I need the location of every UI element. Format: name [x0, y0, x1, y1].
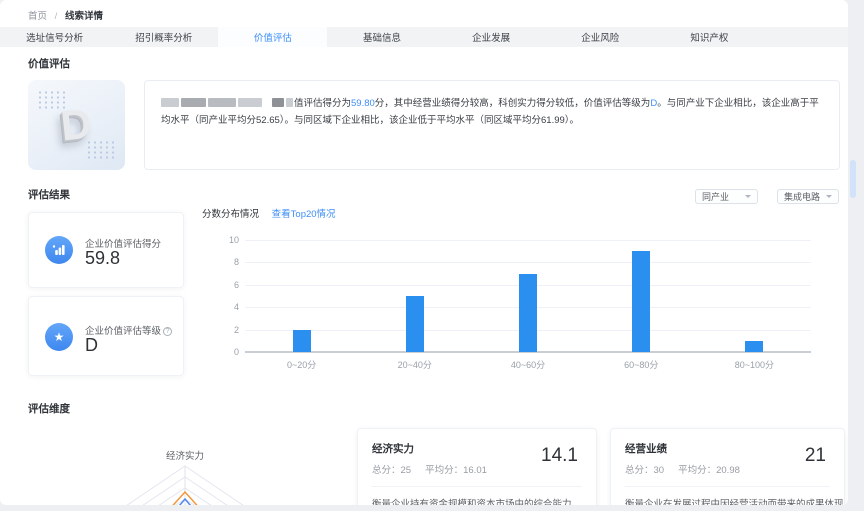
y-tick-label: 2 [233, 324, 239, 335]
radar-axis-label: 经济实力 [165, 451, 204, 462]
info-icon[interactable] [163, 327, 173, 336]
chart-header: 分数分布情况 查看Top20情况 [202, 206, 336, 220]
grade-badge-letter: D [58, 99, 94, 150]
industry-filter-value: 同产业 [702, 192, 730, 202]
total-value: 30 [653, 465, 665, 476]
summary-segment: 分，其中经营业绩得分较高，科创实力得分较低，价值评估等级为 [374, 98, 651, 109]
section-title-results: 评估结果 [28, 189, 70, 201]
total-label: 总分： [372, 465, 401, 476]
score-card-value: 59.8 [85, 248, 121, 268]
dimension-value: 21 [804, 445, 826, 466]
x-category-label: 0~20分 [286, 360, 317, 370]
industry-filter-select[interactable]: 同产业 [695, 189, 758, 204]
section-title-dimensions: 评估维度 [28, 403, 70, 415]
chart-bar [632, 251, 651, 352]
total-label: 总分： [625, 465, 654, 476]
chart-bar [292, 329, 311, 352]
grade-card-label: 企业价值评估等级 [85, 323, 173, 337]
y-tick-label: 0 [233, 347, 239, 357]
breadcrumb: 首页 / 线索详情 [28, 8, 103, 22]
x-category-label: 20~40分 [397, 360, 432, 370]
grade-card: ★ 企业价值评估等级 D [28, 296, 184, 376]
dimension-description: 衡量企业在发展过程中因经营活动而带来的成果体现 [625, 486, 844, 505]
avg-label: 平均分： [425, 465, 464, 476]
avg-label: 平均分： [678, 465, 717, 476]
tab-bar: 选址信号分析 招引概率分析 价值评估 基础信息 企业发展 企业风险 知识产权 [0, 27, 848, 47]
tab-basic-info[interactable]: 基础信息 [327, 27, 436, 47]
valuation-summary-card: 值评估得分为59.80分，其中经营业绩得分较高，科创实力得分较低，价值评估等级为… [144, 80, 840, 170]
y-tick-label: 10 [228, 235, 239, 245]
chevron-down-icon [826, 195, 832, 198]
redacted-text [181, 98, 206, 107]
radar-chart [126, 465, 244, 505]
chart-bar [405, 296, 424, 352]
summary-segment: 值评估得分为 [294, 98, 352, 109]
chart-bars [245, 240, 811, 352]
section-title-valuation: 价值评估 [28, 58, 70, 70]
valuation-summary-text: 值评估得分为59.80分，其中经营业绩得分较高，科创实力得分较低，价值评估等级为… [161, 95, 823, 129]
score-distribution-chart: 10 8 6 4 2 0 [229, 235, 811, 357]
tab-value-assessment[interactable]: 价值评估 [218, 27, 328, 47]
category-filter-select[interactable]: 集成电路 [777, 189, 839, 204]
redacted-text [161, 98, 179, 107]
y-tick-label: 8 [233, 257, 239, 268]
x-category-label: 60~80分 [624, 360, 659, 370]
tab-company-development[interactable]: 企业发展 [437, 27, 546, 47]
dimension-title: 经营业绩 [625, 443, 667, 455]
tab-attraction-probability[interactable]: 招引概率分析 [109, 27, 218, 47]
grade-badge: D [28, 80, 125, 170]
x-category-label: 40~60分 [510, 360, 546, 370]
category-filter-value: 集成电路 [784, 192, 821, 202]
y-tick-label: 4 [233, 302, 239, 313]
chart-x-labels: 0~20分 20~40分 40~60分 60~80分 80~100分 [245, 358, 811, 371]
chevron-down-icon [745, 195, 751, 198]
x-category-label: 80~100分 [734, 360, 775, 370]
dimension-stats: 总分：30 平均分：20.98 [625, 462, 830, 476]
view-top20-link[interactable]: 查看Top20情况 [272, 209, 336, 220]
bar-chart-icon [45, 236, 73, 264]
chart-title: 分数分布情况 [202, 209, 260, 220]
detail-page: 首页 / 线索详情 选址信号分析 招引概率分析 价值评估 基础信息 企业发展 企… [0, 0, 848, 505]
redacted-text [286, 98, 293, 107]
avg-value: 16.01 [463, 465, 487, 476]
redacted-text [272, 98, 284, 107]
grade-card-value: D [85, 335, 98, 355]
scrollbar-thumb[interactable] [850, 160, 856, 198]
dimension-card-economic: 经济实力 14.1 总分：25 平均分：16.01 衡量企业持有资金规模和资本市场… [357, 428, 597, 505]
dimension-value: 14.1 [541, 445, 578, 466]
tab-company-risk[interactable]: 企业风险 [546, 27, 655, 47]
chart-bar [519, 273, 537, 352]
redacted-text [238, 98, 262, 107]
breadcrumb-current: 线索详情 [64, 11, 103, 22]
star-icon: ★ [45, 323, 73, 351]
total-value: 25 [400, 465, 412, 476]
score-card: 企业价值评估得分 59.8 [28, 212, 184, 288]
breadcrumb-separator: / [54, 11, 58, 22]
tab-site-signal-analysis[interactable]: 选址信号分析 [0, 27, 109, 47]
avg-value: 20.98 [716, 465, 740, 476]
summary-score: 59.80 [351, 98, 375, 109]
tab-intellectual-property[interactable]: 知识产权 [655, 27, 764, 47]
dimension-description: 衡量企业持有资金规模和资本市场中的综合能力 [372, 486, 582, 505]
redacted-text [208, 98, 236, 107]
chart-bar [745, 340, 764, 352]
chart-filters: 同产业 集成电路 [695, 189, 839, 204]
scrollbar-track[interactable] [850, 0, 864, 511]
breadcrumb-home-link[interactable]: 首页 [28, 11, 47, 22]
y-tick-label: 6 [233, 279, 239, 290]
dimension-card-performance: 经营业绩 21 总分：30 平均分：20.98 衡量企业在发展过程中因经营活动而带… [610, 428, 845, 505]
